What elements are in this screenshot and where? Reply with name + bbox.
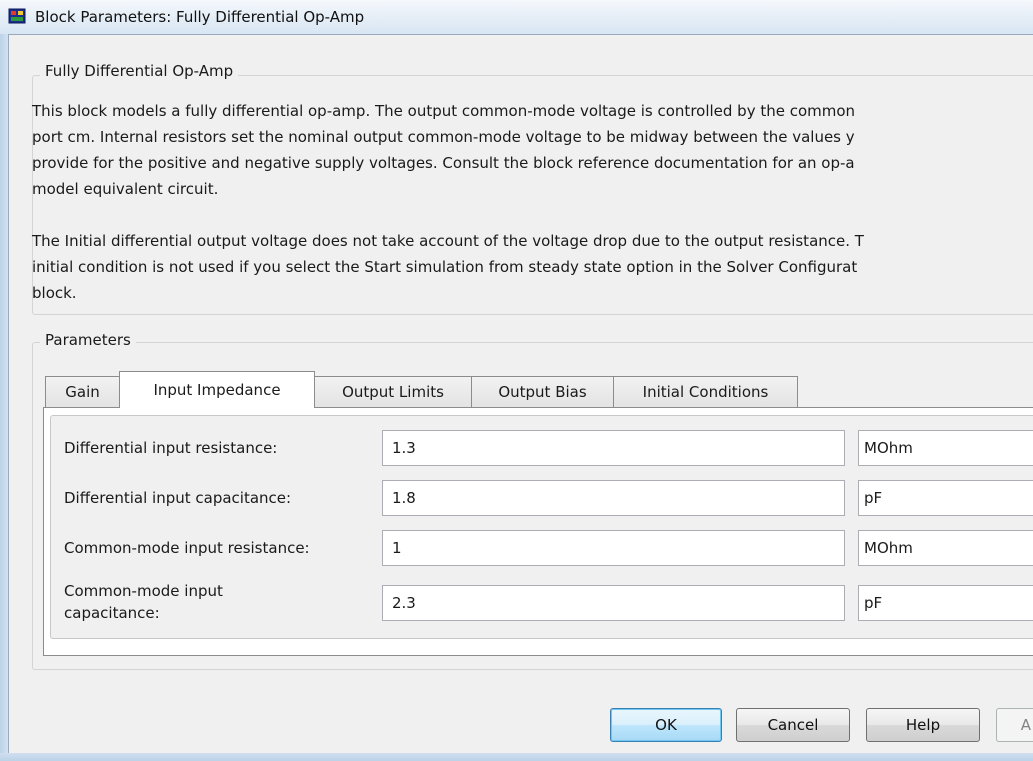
param-label-common-mode-input-capacitance-line2: capacitance: bbox=[64, 604, 160, 622]
tab-output-limits[interactable]: Output Limits bbox=[314, 376, 472, 407]
unit-value: pF bbox=[864, 489, 883, 507]
parameters-group-legend: Parameters bbox=[40, 331, 136, 349]
unit-value: MOhm bbox=[864, 439, 913, 457]
common-mode-input-resistance-field[interactable]: 1 bbox=[382, 530, 845, 566]
param-label-differential-input-capacitance: Differential input capacitance: bbox=[64, 489, 292, 507]
description-line: The Initial differential output voltage … bbox=[32, 232, 864, 250]
dialog-window: Block Parameters: Fully Differential Op-… bbox=[0, 0, 1033, 761]
field-value: 2.3 bbox=[392, 594, 416, 612]
cancel-button[interactable]: Cancel bbox=[736, 708, 850, 742]
window-left-border bbox=[0, 34, 8, 753]
param-label-differential-input-resistance: Differential input resistance: bbox=[64, 439, 278, 457]
unit-value: pF bbox=[864, 594, 883, 612]
description-line: This block models a fully differential o… bbox=[32, 102, 856, 120]
common-mode-input-capacitance-unit[interactable]: pF bbox=[858, 585, 1033, 621]
description-line: initial condition is not used if you sel… bbox=[32, 258, 858, 276]
param-label-common-mode-input-resistance: Common-mode input resistance: bbox=[64, 539, 310, 557]
common-mode-input-capacitance-field[interactable]: 2.3 bbox=[382, 585, 845, 621]
tab-input-impedance[interactable]: Input Impedance bbox=[119, 371, 315, 408]
differential-input-capacitance-unit[interactable]: pF bbox=[858, 480, 1033, 516]
unit-value: MOhm bbox=[864, 539, 913, 557]
title-bar[interactable]: Block Parameters: Fully Differential Op-… bbox=[0, 0, 1033, 34]
description-group-legend: Fully Differential Op-Amp bbox=[40, 62, 239, 80]
common-mode-input-resistance-unit[interactable]: MOhm bbox=[858, 530, 1033, 566]
tab-gain[interactable]: Gain bbox=[45, 376, 120, 407]
field-value: 1.8 bbox=[392, 489, 416, 507]
tab-initial-conditions[interactable]: Initial Conditions bbox=[613, 376, 798, 407]
differential-input-resistance-field[interactable]: 1.3 bbox=[382, 430, 845, 466]
param-label-common-mode-input-capacitance-line1: Common-mode input bbox=[64, 582, 223, 600]
apply-button[interactable]: A bbox=[996, 708, 1033, 742]
window-title: Block Parameters: Fully Differential Op-… bbox=[35, 8, 365, 26]
description-line: model equivalent circuit. bbox=[32, 180, 219, 198]
simulink-block-icon bbox=[8, 7, 26, 25]
field-value: 1 bbox=[392, 539, 402, 557]
description-line: block. bbox=[32, 284, 77, 302]
differential-input-capacitance-field[interactable]: 1.8 bbox=[382, 480, 845, 516]
tab-output-bias[interactable]: Output Bias bbox=[471, 376, 614, 407]
field-value: 1.3 bbox=[392, 439, 416, 457]
differential-input-resistance-unit[interactable]: MOhm bbox=[858, 430, 1033, 466]
description-line: provide for the positive and negative su… bbox=[32, 154, 855, 172]
window-bottom-border bbox=[0, 753, 1033, 761]
help-button[interactable]: Help bbox=[866, 708, 980, 742]
description-line: port cm. Internal resistors set the nomi… bbox=[32, 128, 855, 146]
ok-button[interactable]: OK bbox=[610, 708, 722, 742]
